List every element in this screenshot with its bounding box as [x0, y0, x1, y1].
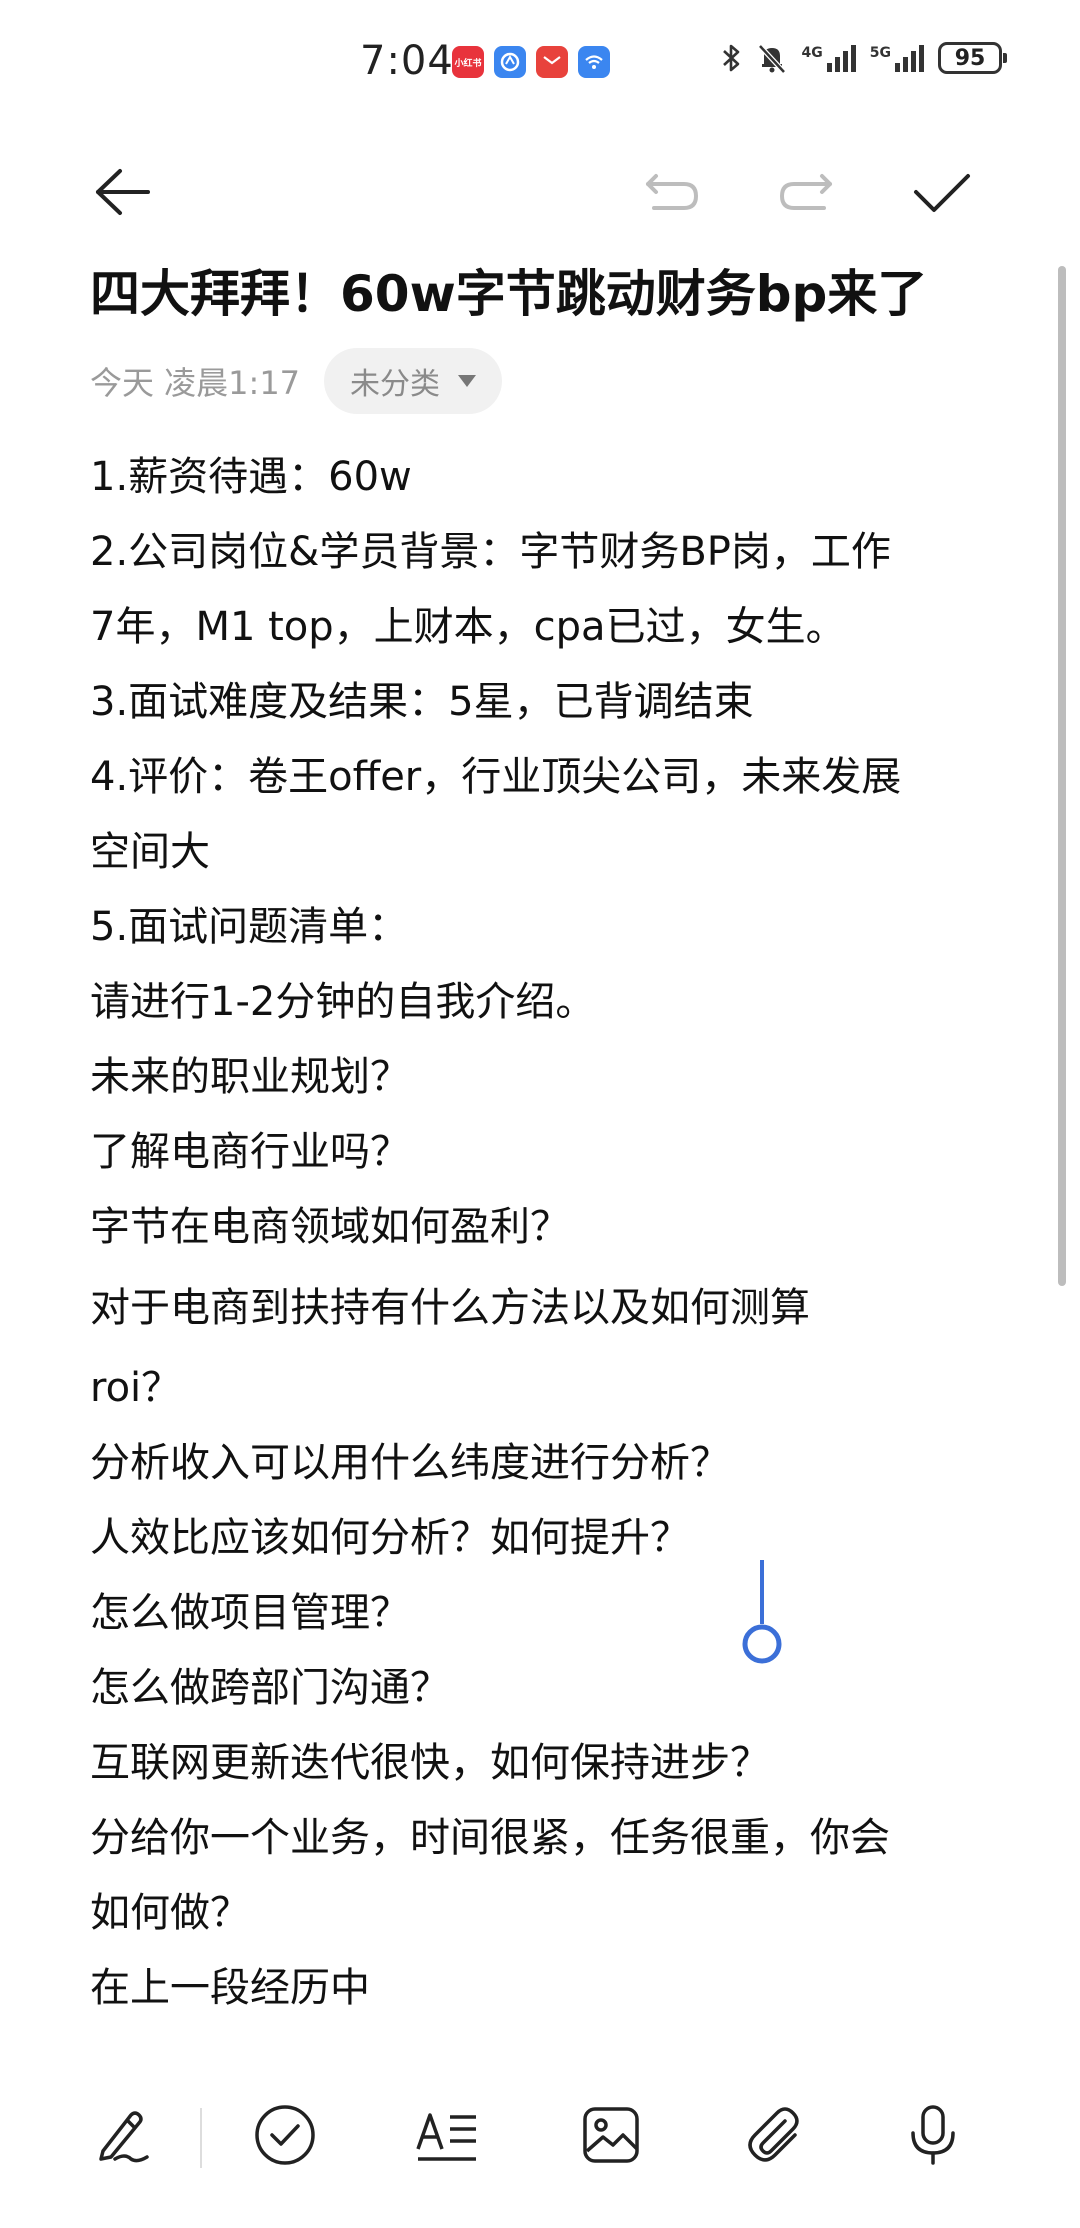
image-button[interactable]: [566, 2090, 656, 2180]
toolbar-divider: [200, 2108, 202, 2168]
status-right: 4G 5G 95: [720, 42, 1007, 74]
category-label: 未分类: [350, 367, 441, 402]
attachment-button[interactable]: [728, 2090, 818, 2180]
signal-bars-icon: [826, 45, 856, 72]
status-bar: 7:04 小红书 4G 5G 95: [0, 0, 1080, 130]
body-line: 2.公司岗位&学员背景：字节财务BP岗，工作: [90, 529, 891, 575]
body-line: 空间大: [90, 829, 210, 875]
wifi-app-icon: [578, 46, 610, 78]
body-line: 1.薪资待遇：60w: [90, 454, 412, 500]
body-line: 对于电商到扶持有什么方法以及如何测算: [90, 1285, 810, 1331]
signal-5g: 5G: [870, 43, 924, 73]
body-line: 互联网更新迭代很快，如何保持进步？: [90, 1740, 770, 1786]
xiaohongshu-label: 小红书: [454, 58, 482, 69]
browser-icon: [494, 46, 526, 78]
confirm-button[interactable]: [906, 156, 978, 228]
undo-button[interactable]: [636, 156, 708, 228]
caret-down-icon: [458, 375, 477, 387]
body-line: 如何做？: [90, 1890, 250, 1936]
arrow-left-icon: [96, 169, 150, 215]
body-line: 分给你一个业务，时间很紧，任务很重，你会: [90, 1815, 890, 1861]
category-dropdown[interactable]: 未分类: [324, 348, 503, 414]
handwriting-icon: [99, 2111, 149, 2163]
body-line: roi？: [90, 1365, 182, 1411]
body-line: 4.评价：卷王offer，行业顶尖公司，未来发展: [90, 754, 902, 800]
body-line: 了解电商行业吗？: [90, 1129, 410, 1175]
note-body[interactable]: 1.薪资待遇：60w 2.公司岗位&学员背景：字节财务BP岗，工作 7年，M1 …: [90, 440, 990, 2026]
redo-icon: [779, 174, 832, 210]
body-line: 请进行1-2分钟的自我介绍。: [90, 979, 596, 1025]
body-line: 字节在电商领域如何盈利？: [90, 1204, 570, 1250]
body-line: 人效比应该如何分析？如何提升？: [90, 1515, 690, 1561]
checklist-icon: [255, 2105, 315, 2165]
check-icon: [914, 174, 970, 212]
attachment-icon: [748, 2107, 799, 2162]
text-format-icon: [416, 2113, 476, 2161]
scrollbar[interactable]: [1058, 266, 1066, 1286]
mute-bell-icon: [757, 44, 786, 74]
battery-level: 95: [954, 45, 986, 71]
body-line: 7年，M1 top，上财本，cpa已过，女生。: [90, 604, 846, 650]
text-cursor-handle[interactable]: [740, 1560, 784, 1670]
body-line: 怎么做跨部门沟通？: [90, 1665, 450, 1711]
bluetooth-icon: [722, 44, 739, 72]
network-4g-label: 4G: [801, 45, 823, 61]
text-format-button[interactable]: [402, 2090, 492, 2180]
undo-icon: [646, 174, 699, 210]
handwriting-button[interactable]: [78, 2090, 168, 2180]
note-meta: 今天 凌晨1:17 未分类: [90, 348, 990, 414]
note-editor[interactable]: 四大拜拜！60w字节跳动财务bp来了 今天 凌晨1:17 未分类 1.薪资待遇：…: [90, 262, 990, 2026]
back-button[interactable]: [86, 156, 158, 228]
body-line: 3.面试难度及结果：5星，已背调结束: [90, 679, 754, 725]
note-toolbar: [0, 140, 1080, 240]
xiaohongshu-icon: 小红书: [452, 46, 484, 78]
image-icon: [583, 2107, 639, 2163]
redo-button[interactable]: [770, 156, 842, 228]
network-5g-label: 5G: [869, 45, 891, 61]
status-time: 7:04: [360, 38, 454, 84]
notification-icons: 小红书: [452, 46, 610, 78]
note-date: 今天 凌晨1:17: [90, 364, 301, 402]
signal-4g: 4G: [802, 43, 856, 73]
body-line: 5.面试问题清单：: [90, 904, 409, 950]
voice-button[interactable]: [888, 2090, 978, 2180]
checklist-button[interactable]: [240, 2090, 330, 2180]
note-title[interactable]: 四大拜拜！60w字节跳动财务bp来了: [90, 262, 990, 326]
body-line: 分析收入可以用什么纬度进行分析？: [90, 1440, 730, 1486]
body-line: 未来的职业规划？: [90, 1054, 410, 1100]
editor-bottom-toolbar: [0, 2060, 1080, 2228]
battery-indicator: 95: [938, 42, 1007, 74]
huawei-mail-icon: [536, 46, 568, 78]
body-line: 怎么做项目管理？: [90, 1590, 410, 1636]
signal-bars-icon: [895, 45, 924, 72]
microphone-icon: [911, 2105, 955, 2165]
